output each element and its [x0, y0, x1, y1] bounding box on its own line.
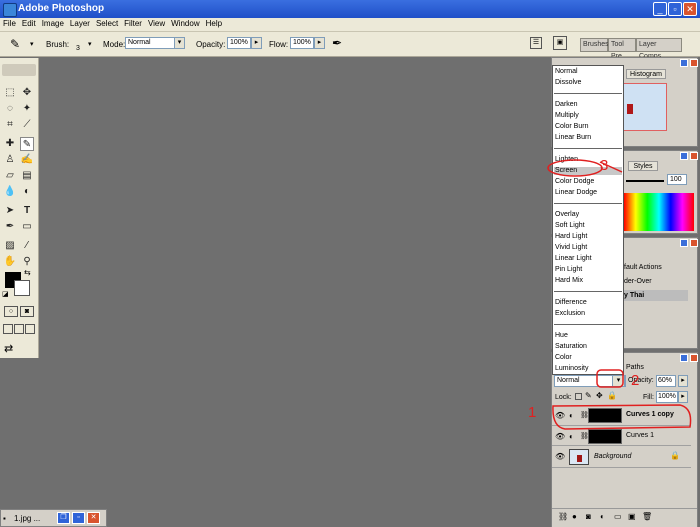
minimized-document-bar[interactable]: ▪ 1.jpg ... ❐ ▫ ✕ — [0, 509, 107, 527]
annotation-circle-layer — [552, 404, 692, 430]
annotation-circle-screen — [547, 159, 603, 177]
annotation-number-1: 1 — [528, 404, 537, 421]
restore-button[interactable]: ❐ — [57, 512, 70, 524]
annotation-number-2: 2 — [631, 372, 640, 389]
annotation-box-dropdown — [596, 369, 624, 388]
maximize-button[interactable]: ▫ — [72, 512, 85, 524]
document-icon: ▪ — [3, 514, 6, 523]
close-button[interactable]: ✕ — [87, 512, 100, 524]
annotation-overlay — [547, 159, 692, 430]
annotation-number-3: 3 — [600, 157, 609, 174]
document-title[interactable]: 1.jpg ... — [14, 514, 40, 523]
